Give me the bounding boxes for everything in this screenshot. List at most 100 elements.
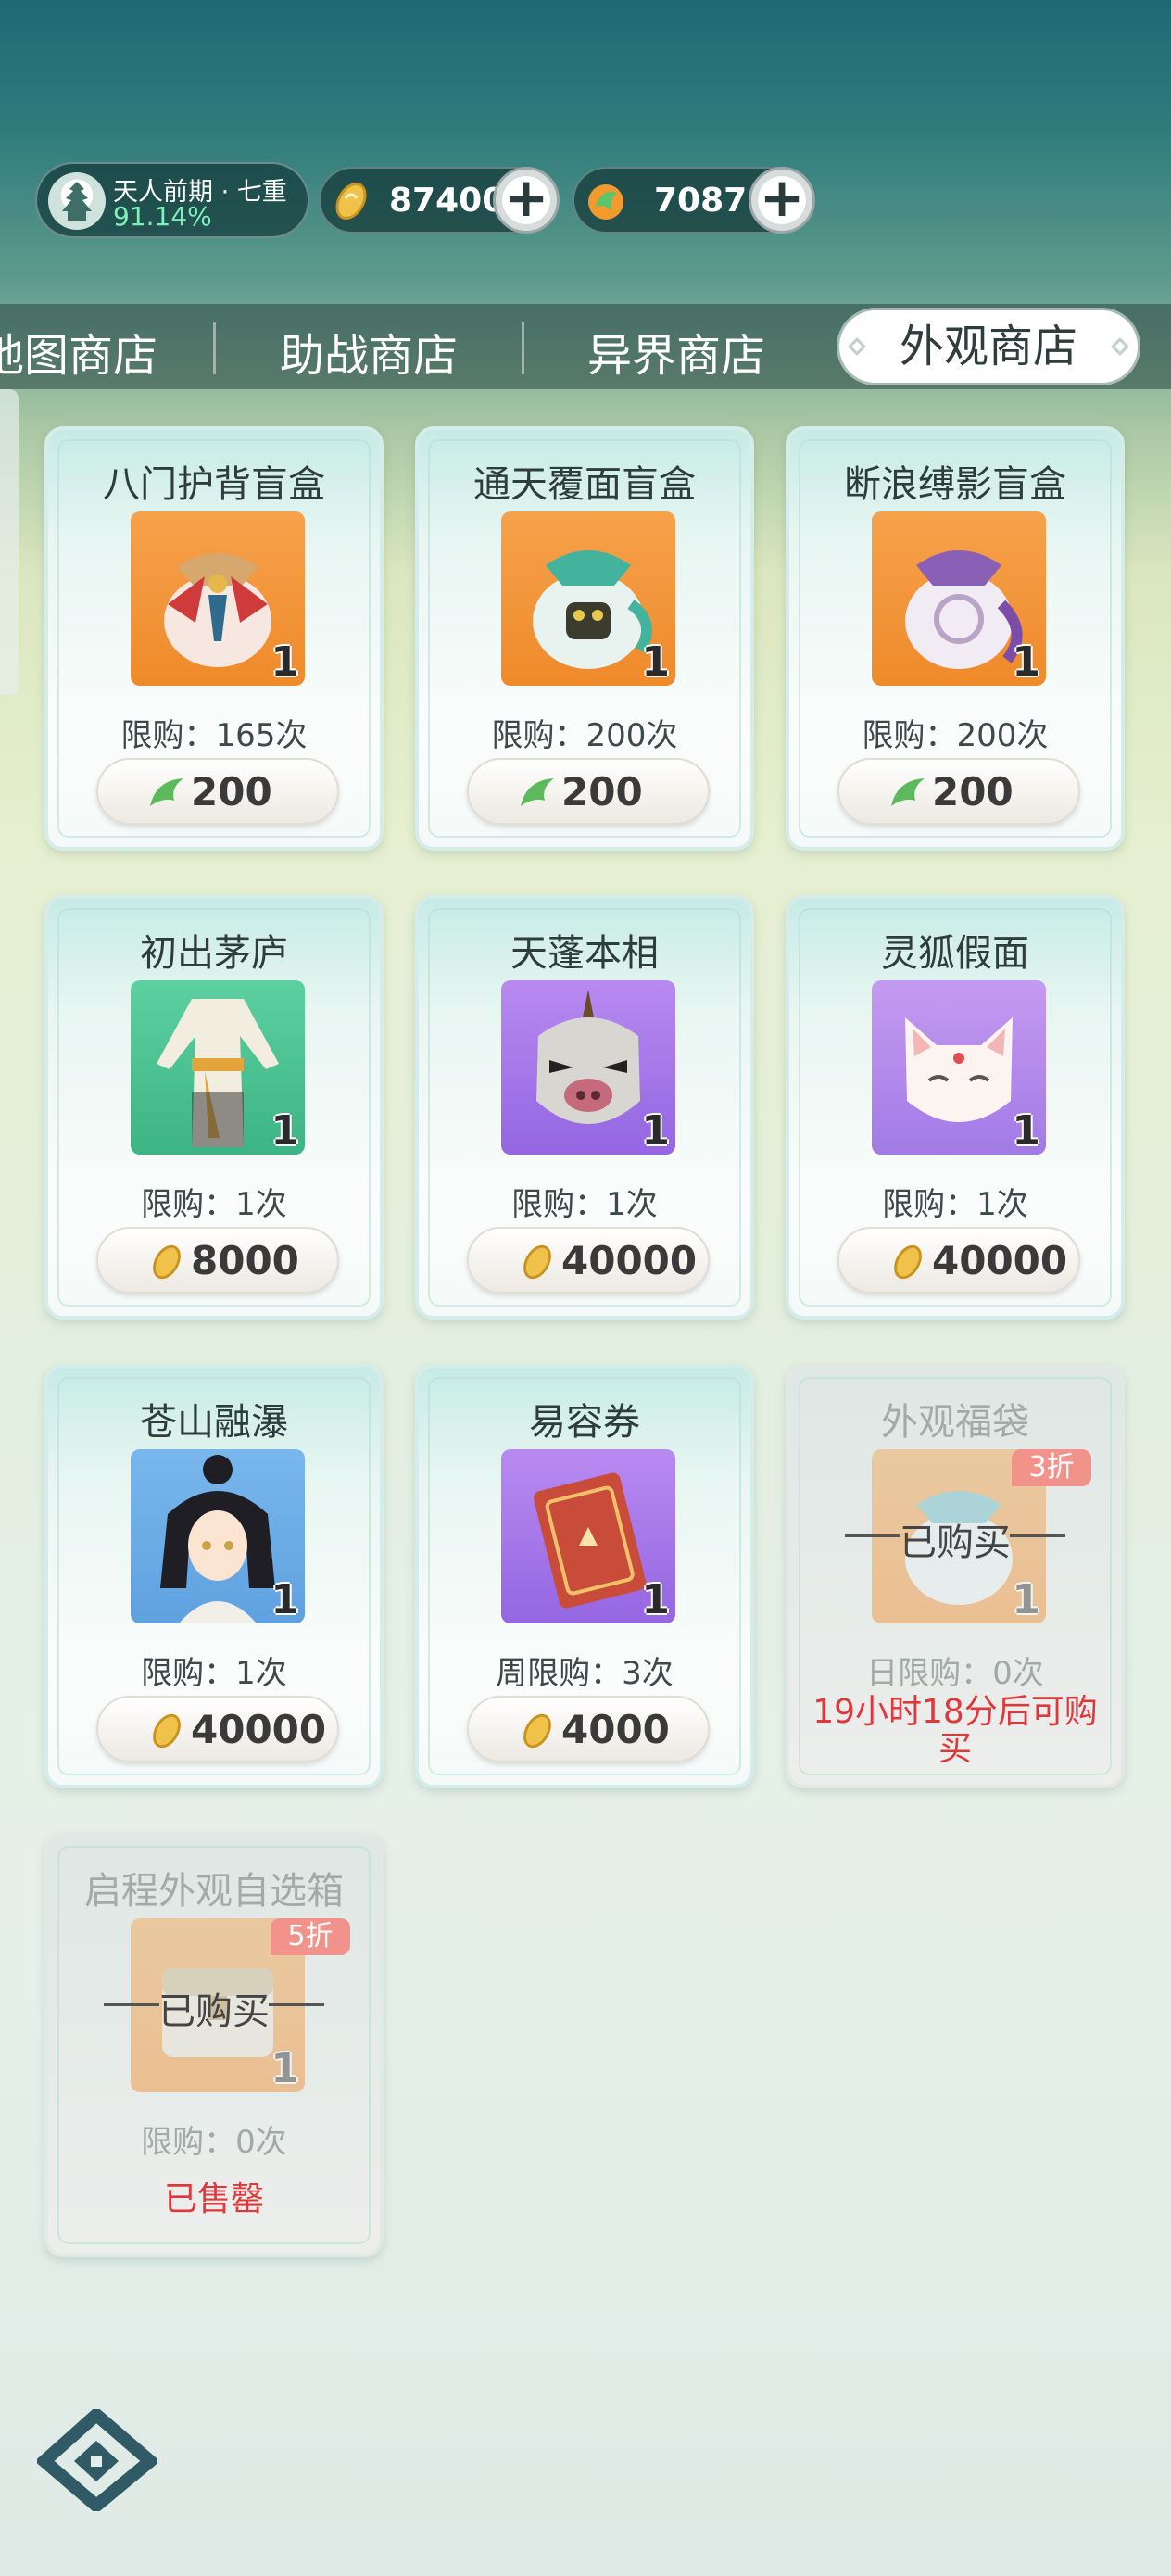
jade-leaf-icon <box>584 180 628 228</box>
item-quantity: 1 <box>271 1107 299 1155</box>
item-name: 易容券 <box>529 1401 640 1444</box>
purchase-limit: 限购：1次 <box>141 1186 287 1223</box>
buy-button[interactable]: 40000 <box>96 1696 339 1762</box>
tab-assist-shop[interactable]: 助战商店 <box>280 319 458 384</box>
item-price: 40000 <box>932 1238 1068 1283</box>
item-quantity: 1 <box>271 1576 299 1623</box>
item-price: 200 <box>932 769 1014 814</box>
divider-line <box>1010 1534 1065 1537</box>
blind-box-bag-icon: 1 <box>872 511 1046 686</box>
tab-appearance-shop[interactable]: 外观商店 <box>839 310 1138 383</box>
blind-box-bag-icon: 1 <box>501 511 675 686</box>
buy-button[interactable]: 4000 <box>467 1696 710 1762</box>
item-quantity: 1 <box>271 638 299 686</box>
shop-item-card[interactable]: 八门护背盲盒 1 限购：165次 200 <box>44 426 384 851</box>
item-name: 初出茅庐 <box>140 932 288 975</box>
purchase-limit: 限购：200次 <box>862 717 1049 754</box>
purchase-limit: 周限购：3次 <box>496 1655 674 1692</box>
shop-item-card[interactable]: 天蓬本相 1 限购：1次 40000 <box>415 895 754 1320</box>
gold-ingot-icon <box>888 1242 928 1286</box>
item-quantity: 1 <box>641 1576 670 1623</box>
item-price: 40000 <box>191 1707 327 1752</box>
shop-item-card-purchased[interactable]: 外观福袋 1 3折 已购买 日限购：0次 19小时18分后可购买 <box>786 1364 1125 1788</box>
item-price: 40000 <box>561 1238 698 1283</box>
character-portrait-icon: 1 <box>131 1449 305 1623</box>
buy-button[interactable]: 200 <box>837 758 1080 825</box>
item-name: 天蓬本相 <box>510 932 659 975</box>
blind-box-bag-icon: 1 <box>131 511 305 686</box>
diamond-ornament-icon <box>1111 337 1129 356</box>
purchase-limit: 限购：165次 <box>120 717 308 754</box>
tab-divider <box>213 322 216 374</box>
item-name: 灵狐假面 <box>881 932 1029 975</box>
divider-line <box>269 2003 324 2006</box>
gold-ingot-icon <box>146 1711 187 1755</box>
discount-badge: 5折 <box>271 1918 350 1955</box>
sold-out-label: 已售罄 <box>163 2180 264 2218</box>
tab-map-shop[interactable]: 地图商店 <box>0 319 157 384</box>
jade-leaf-icon <box>888 773 928 817</box>
item-price: 200 <box>191 769 272 814</box>
item-name: 苍山融瀑 <box>140 1401 288 1444</box>
diamond-ornament-icon <box>848 337 866 356</box>
item-name: 八门护背盲盒 <box>103 463 325 506</box>
player-rank-badge[interactable]: 天人前期 · 七重 91.14% <box>35 162 309 238</box>
purchase-limit: 限购：1次 <box>511 1186 658 1223</box>
buy-button[interactable]: 200 <box>467 758 710 825</box>
coin-amount: 87400 <box>389 182 506 220</box>
buy-button[interactable]: 40000 <box>467 1227 710 1294</box>
buy-button[interactable]: 200 <box>96 758 339 825</box>
coin-currency-display: 87400 + <box>319 167 560 234</box>
tab-divider <box>522 322 524 374</box>
shop-item-card[interactable]: 通天覆面盲盒 1 限购：200次 200 <box>415 426 754 851</box>
item-name: 外观福袋 <box>881 1401 1029 1444</box>
item-name: 断浪缚影盲盒 <box>844 463 1066 506</box>
item-quantity: 1 <box>271 2045 299 2092</box>
restock-countdown: 19小时18分后可购买 <box>812 1693 1098 1768</box>
shop-item-card[interactable]: 断浪缚影盲盒 1 限购：200次 200 <box>786 426 1125 851</box>
outfit-costume-icon: 1 <box>131 980 305 1155</box>
shop-item-card-soldout[interactable]: 启程外观自选箱 1 5折 已购买 限购：0次 已售罄 <box>44 1833 384 2257</box>
purchase-limit: 限购：1次 <box>882 1186 1028 1223</box>
item-quantity: 1 <box>1012 1576 1040 1623</box>
disguise-ticket-icon: 1 <box>501 1449 675 1623</box>
boar-mask-icon: 1 <box>501 980 675 1155</box>
add-jade-button[interactable]: + <box>749 167 815 234</box>
jade-leaf-icon <box>146 773 187 817</box>
divider-line <box>845 1534 900 1537</box>
rank-avatar-icon <box>48 172 106 230</box>
item-price: 200 <box>561 769 643 814</box>
purchased-label: 已购买 <box>48 1981 380 2035</box>
discount-badge: 3折 <box>1012 1449 1091 1486</box>
shop-item-card[interactable]: 易容券 1 周限购：3次 4000 <box>415 1364 754 1788</box>
shop-item-card[interactable]: 灵狐假面 1 限购：1次 40000 <box>786 895 1125 1320</box>
purchase-limit: 限购：0次 <box>141 2124 287 2161</box>
gold-ingot-icon <box>517 1711 558 1755</box>
buy-button[interactable]: 40000 <box>837 1227 1080 1294</box>
add-coin-button[interactable]: + <box>493 167 560 234</box>
shop-tab-bar: 地图商店 助战商店 异界商店 外观商店 <box>0 304 1171 389</box>
jade-amount: 7087 <box>654 182 748 220</box>
purchased-label: 已购买 <box>789 1512 1121 1566</box>
jade-leaf-icon <box>517 773 558 817</box>
item-quantity: 1 <box>1012 638 1040 686</box>
gold-ingot-icon <box>517 1242 558 1286</box>
shop-item-card[interactable]: 苍山融瀑 1 限购：1次 40000 <box>44 1364 384 1788</box>
purchase-limit: 限购：1次 <box>141 1655 287 1692</box>
buy-button[interactable]: 8000 <box>96 1227 339 1294</box>
item-price: 8000 <box>191 1238 299 1283</box>
rank-progress: 91.14% <box>113 201 212 232</box>
purchase-limit: 限购：200次 <box>491 717 678 754</box>
gold-ingot-icon <box>146 1242 187 1286</box>
tab-otherworld-shop[interactable]: 异界商店 <box>587 319 765 384</box>
fox-mask-icon: 1 <box>872 980 1046 1155</box>
item-quantity: 1 <box>641 638 670 686</box>
item-quantity: 1 <box>641 1107 670 1155</box>
item-quantity: 1 <box>1012 1107 1040 1155</box>
game-logo-icon[interactable] <box>34 2406 160 2515</box>
item-name: 通天覆面盲盒 <box>473 463 696 506</box>
gold-ingot-icon <box>330 180 372 226</box>
shop-item-card[interactable]: 初出茅庐 1 限购：1次 8000 <box>44 895 384 1320</box>
divider-line <box>104 2003 159 2006</box>
side-panel-edge <box>0 389 19 695</box>
